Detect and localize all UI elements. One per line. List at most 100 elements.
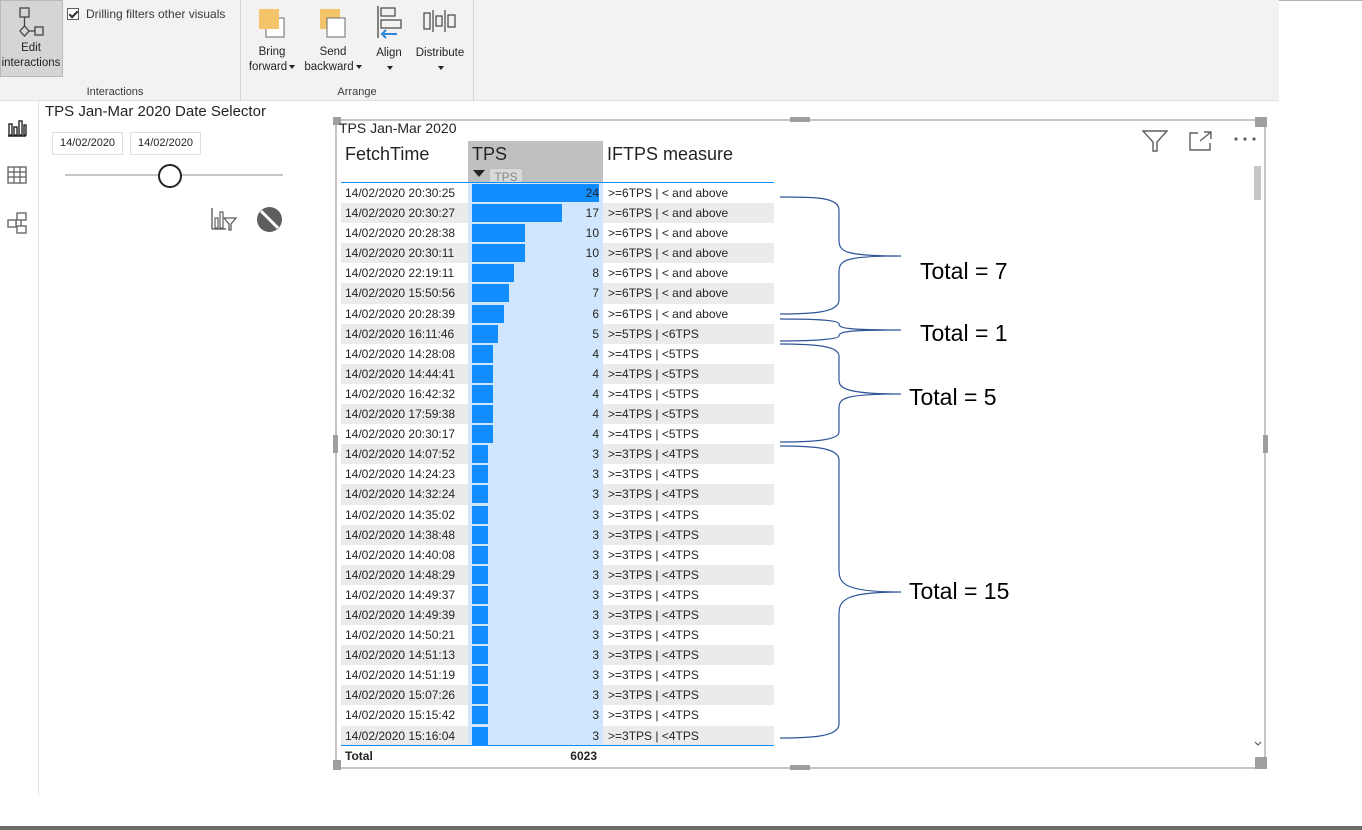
table-row[interactable]: 14/02/2020 20:30:17 4 >=4TPS | <5TPS (341, 424, 774, 445)
table-row[interactable]: 14/02/2020 14:49:37 3 >=3TPS | <4TPS (341, 584, 774, 605)
fetchtime-cell: 14/02/2020 14:28:08 (345, 346, 456, 361)
tps-data-bar (472, 264, 514, 283)
visual-interaction-filter-icon[interactable] (210, 206, 238, 232)
send-backward-label-2: backward (304, 61, 354, 73)
table-row[interactable]: 14/02/2020 15:07:26 3 >=3TPS | <4TPS (341, 685, 774, 706)
resize-handle[interactable] (333, 435, 338, 453)
tps-data-bar (472, 324, 498, 343)
tps-data-bar (472, 364, 493, 383)
bring-forward-button[interactable]: Bring forward (244, 6, 300, 75)
tps-cell: 3 (468, 725, 603, 746)
table-row[interactable]: 14/02/2020 16:42:32 4 >=4TPS | <5TPS (341, 383, 774, 405)
tps-value: 4 (592, 427, 599, 442)
edit-interactions-button[interactable]: Edit interactions (0, 0, 63, 77)
tps-data-bar (472, 204, 562, 223)
table-row[interactable]: 14/02/2020 14:51:13 3 >=3TPS | <4TPS (341, 645, 774, 666)
iftps-cell: >=3TPS | <4TPS (608, 688, 699, 703)
iftps-cell: >=5TPS | <6TPS (608, 326, 699, 341)
table-row[interactable]: 14/02/2020 14:40:08 3 >=3TPS | <4TPS (341, 544, 774, 565)
model-view-icon[interactable] (5, 211, 29, 235)
table-row[interactable]: 14/02/2020 14:28:08 4 >=4TPS | <5TPS (341, 343, 774, 364)
drilling-filters-checkbox[interactable]: Drilling filters other visuals (67, 7, 225, 21)
table-row[interactable]: 14/02/2020 22:19:11 8 >=6TPS | < and above (341, 263, 774, 284)
table-row[interactable]: 14/02/2020 14:49:39 3 >=3TPS | <4TPS (341, 604, 774, 626)
send-backward-label-1: Send (319, 46, 347, 58)
start-date-input[interactable]: 14/02/2020 (52, 132, 124, 155)
table-row[interactable]: 14/02/2020 15:16:04 3 >=3TPS | <4TPS (341, 725, 774, 746)
resize-handle[interactable] (790, 117, 810, 122)
tps-data-bar (472, 425, 493, 444)
tps-data-bar (472, 184, 599, 202)
resize-handle[interactable] (1263, 435, 1268, 453)
fetchtime-cell: 14/02/2020 20:30:17 (345, 427, 456, 442)
fetchtime-cell: 14/02/2020 15:15:42 (345, 708, 456, 723)
send-backward-button[interactable]: Send backward (301, 6, 365, 75)
tps-cell: 3 (468, 524, 603, 545)
tps-cell: 4 (468, 404, 603, 425)
filter-icon[interactable] (1141, 129, 1169, 153)
iftps-cell: >=3TPS | <4TPS (608, 728, 699, 743)
date-slider-thumb[interactable] (158, 164, 182, 188)
resize-handle[interactable] (1255, 757, 1267, 769)
table-row[interactable]: 14/02/2020 20:30:27 17 >=6TPS | < and abov… (341, 203, 774, 224)
iftps-cell: >=3TPS | <4TPS (608, 708, 699, 723)
tps-data-bar (472, 384, 493, 403)
table-row[interactable]: 14/02/2020 14:50:21 3 >=3TPS | <4TPS (341, 625, 774, 646)
bracket-total-15 (779, 445, 902, 739)
focus-mode-icon[interactable] (1188, 130, 1214, 152)
table-row[interactable]: 14/02/2020 20:30:11 10 >=6TPS | < and abov… (341, 243, 774, 264)
table-row[interactable]: 14/02/2020 14:44:41 4 >=4TPS | <5TPS (341, 363, 774, 384)
end-date-input[interactable]: 14/02/2020 (130, 132, 202, 155)
column-header-tps[interactable]: TPS (472, 144, 507, 165)
visual-title: TPS Jan-Mar 2020 (339, 120, 457, 136)
resize-handle[interactable] (333, 760, 341, 770)
table-row[interactable]: 14/02/2020 20:28:39 6 >=6TPS | < and above (341, 303, 774, 324)
tps-value: 3 (592, 607, 599, 622)
tps-data-bar (472, 565, 488, 584)
table-row[interactable]: 14/02/2020 14:51:19 3 >=3TPS | <4TPS (341, 665, 774, 686)
table-row[interactable]: 14/02/2020 16:11:46 5 >=5TPS | <6TPS (341, 323, 774, 344)
fetchtime-cell: 14/02/2020 20:30:27 (345, 206, 456, 221)
table-row[interactable]: 14/02/2020 14:35:02 3 >=3TPS | <4TPS (341, 504, 774, 525)
tps-data-bar (472, 605, 488, 624)
column-header-fetchtime[interactable]: FetchTime (345, 144, 429, 165)
resize-handle[interactable] (1255, 117, 1267, 127)
more-options-icon[interactable] (1233, 135, 1259, 143)
data-view-icon[interactable] (5, 163, 29, 187)
sort-descending-icon[interactable] (473, 170, 485, 177)
tps-cell: 17 (468, 203, 603, 224)
scroll-down-icon[interactable] (1253, 740, 1263, 748)
align-button[interactable]: Align (369, 4, 409, 76)
tps-cell: 8 (468, 263, 603, 284)
table-row[interactable]: 14/02/2020 15:50:56 7 >=6TPS | < and above (341, 283, 774, 304)
tps-value: 7 (592, 286, 599, 301)
fetchtime-cell: 14/02/2020 14:49:39 (345, 607, 456, 622)
table-row[interactable]: 14/02/2020 14:32:24 3 >=3TPS | <4TPS (341, 484, 774, 505)
table-row[interactable]: 14/02/2020 14:48:29 3 >=3TPS | <4TPS (341, 564, 774, 585)
table-row[interactable]: 14/02/2020 14:24:23 3 >=3TPS | <4TPS (341, 464, 774, 485)
iftps-cell: >=3TPS | <4TPS (608, 487, 699, 502)
tps-value: 4 (592, 407, 599, 422)
tps-cell: 24 (468, 183, 603, 204)
table-row[interactable]: 14/02/2020 20:30:25 24 >=6TPS | < and abov… (341, 183, 774, 204)
resize-handle[interactable] (790, 765, 810, 770)
table-row[interactable]: 14/02/2020 15:15:42 3 >=3TPS | <4TPS (341, 705, 774, 726)
scrollbar-thumb[interactable] (1254, 166, 1261, 200)
total-divider (341, 745, 774, 746)
table-row[interactable]: 14/02/2020 17:59:38 4 >=4TPS | <5TPS (341, 404, 774, 425)
tps-data-bar (472, 465, 488, 484)
visual-interaction-none-icon[interactable] (256, 206, 283, 233)
tps-data-bar (472, 626, 488, 645)
tps-data-bar (472, 686, 488, 705)
column-header-iftps[interactable]: IFTPS measure (607, 144, 733, 165)
distribute-button[interactable]: Distribute (411, 4, 469, 76)
annotation-total-7: Total = 7 (920, 258, 1008, 284)
table-row[interactable]: 14/02/2020 20:28:38 10 >=6TPS | < and abov… (341, 223, 774, 244)
tps-value: 3 (592, 547, 599, 562)
annotation-total-15: Total = 15 (909, 578, 1010, 604)
table-row[interactable]: 14/02/2020 14:38:48 3 >=3TPS | <4TPS (341, 524, 774, 545)
iftps-cell: >=3TPS | <4TPS (608, 567, 699, 582)
tps-value: 3 (592, 487, 599, 502)
report-view-icon[interactable] (5, 115, 29, 139)
table-row[interactable]: 14/02/2020 14:07:52 3 >=3TPS | <4TPS (341, 444, 774, 465)
